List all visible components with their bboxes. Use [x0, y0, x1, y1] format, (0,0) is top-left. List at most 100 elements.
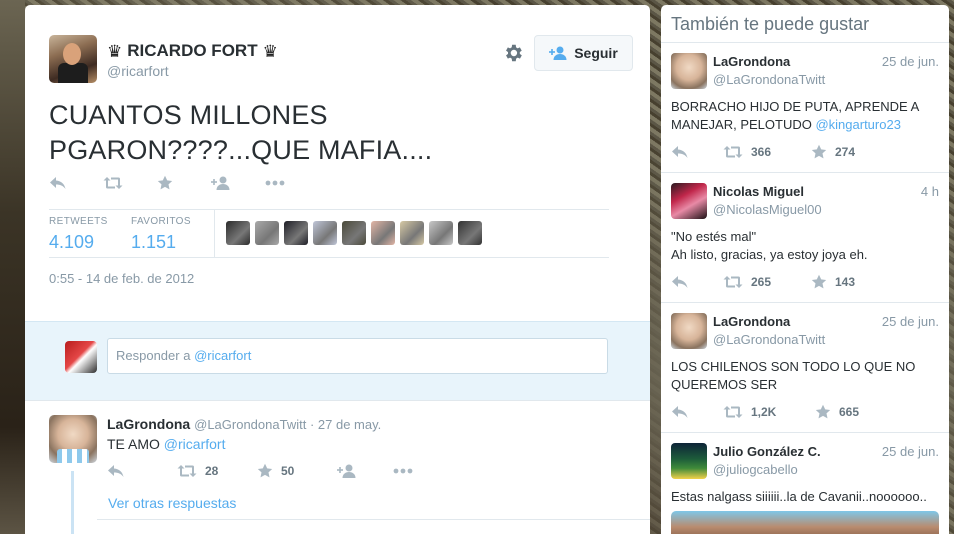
related-author-name[interactable]: LaGrondona	[713, 314, 790, 329]
retweets-count: 4.109	[49, 232, 95, 252]
retweet-action[interactable]: 28	[177, 464, 257, 478]
reply-icon[interactable]	[49, 176, 103, 190]
favoriter-avatar[interactable]	[400, 221, 424, 245]
favoriter-avatar[interactable]	[284, 221, 308, 245]
retweets-stat[interactable]: RETWEETS 4.109	[49, 216, 131, 261]
related-author-name[interactable]: Julio González C.	[713, 444, 821, 459]
follow-button[interactable]: Seguir	[534, 35, 633, 71]
favorite-action[interactable]: 274	[811, 144, 855, 160]
favorite-action[interactable]: 665	[815, 404, 859, 420]
reply-tweet: LaGrondona @LaGrondonaTwitt · 27 de may.…	[25, 401, 650, 534]
follow-button-label: Seguir	[574, 45, 618, 61]
related-author-handle[interactable]: @LaGrondonaTwitt	[713, 72, 825, 87]
favoriter-avatar[interactable]	[226, 221, 250, 245]
related-tweet[interactable]: LaGrondona @LaGrondonaTwitt 25 de jun. L…	[661, 303, 949, 433]
favorited-by-avatars	[226, 221, 482, 245]
related-text: LOS CHILENOS SON TODO LO QUE NO QUEREMOS…	[671, 358, 941, 394]
favoriter-avatar[interactable]	[313, 221, 337, 245]
favoriter-avatar[interactable]	[429, 221, 453, 245]
related-time[interactable]: 25 de jun.	[882, 314, 939, 329]
retweet-count: 366	[751, 145, 772, 159]
tweet-header: ♛ RICARDO FORT ♛ @ricarfort Seguir	[49, 35, 650, 85]
related-author-avatar[interactable]	[671, 313, 707, 349]
favorite-action[interactable]: 50	[257, 463, 337, 479]
favoriter-avatar[interactable]	[458, 221, 482, 245]
reply-icon[interactable]	[671, 145, 723, 159]
related-author-name[interactable]: Nicolas Miguel	[713, 184, 804, 199]
related-author-avatar[interactable]	[671, 183, 707, 219]
favorite-action[interactable]: 143	[811, 274, 855, 290]
author-name-row[interactable]: ♛ RICARDO FORT ♛	[107, 41, 278, 61]
more-icon[interactable]	[393, 468, 463, 474]
author-avatar[interactable]	[49, 35, 97, 83]
reply-author-handle[interactable]: @LaGrondonaTwitt	[194, 417, 306, 432]
related-title: También te puede gustar	[661, 5, 949, 43]
conversation-thread-line	[71, 471, 74, 534]
more-replies-link[interactable]: Ver otras respuestas	[108, 495, 236, 511]
reply-meta-separator: ·	[306, 417, 318, 432]
follow-person-icon	[549, 46, 567, 60]
reply-text-body: TE AMO	[107, 436, 164, 452]
reply-author-name[interactable]: LaGrondona	[107, 416, 190, 432]
related-time[interactable]: 25 de jun.	[882, 444, 939, 459]
related-text-line: "No estés mal"	[671, 229, 757, 244]
related-time[interactable]: 4 h	[921, 184, 939, 199]
crown-icon: ♛	[107, 41, 123, 61]
retweet-count: 1,2K	[751, 405, 777, 419]
retweet-icon	[723, 405, 743, 419]
reply-input[interactable]: Responder a @ricarfort	[107, 338, 608, 374]
retweet-icon[interactable]	[103, 176, 157, 190]
reply-time[interactable]: 27 de may.	[318, 417, 381, 432]
tweet-text-line: PGARON????...QUE MAFIA....	[49, 135, 433, 165]
related-tweet[interactable]: Nicolas Miguel @NicolasMiguel00 4 h "No …	[661, 173, 949, 303]
author-fullname[interactable]: RICARDO FORT	[127, 41, 257, 61]
related-text-line: Ah listo, gracias, ya estoy joya eh.	[671, 247, 868, 262]
favoriter-avatar[interactable]	[255, 221, 279, 245]
related-text: Estas nalgass siiiiii..la de Cavanii..no…	[671, 488, 941, 506]
favorite-star-icon	[811, 274, 827, 290]
tweet-timestamp[interactable]: 0:55 - 14 de feb. de 2012	[49, 271, 194, 286]
reply-icon[interactable]	[671, 275, 723, 289]
related-tweets-module: También te puede gustar LaGrondona @LaGr…	[661, 5, 949, 534]
related-tweet[interactable]: Julio González C. @juliogcabello 25 de j…	[661, 433, 949, 534]
related-tweet[interactable]: LaGrondona @LaGrondonaTwitt 25 de jun. B…	[661, 43, 949, 173]
tweet-permalink-card: ♛ RICARDO FORT ♛ @ricarfort Seguir CUANT…	[25, 5, 650, 534]
reply-text-mention[interactable]: @ricarfort	[164, 436, 226, 452]
related-author-handle[interactable]: @LaGrondonaTwitt	[713, 332, 825, 347]
divider	[97, 519, 650, 520]
follow-person-icon[interactable]	[211, 176, 265, 190]
gear-icon[interactable]	[502, 42, 524, 64]
related-text-line: QUEREMOS SER	[671, 377, 778, 392]
reply-box: Responder a @ricarfort	[25, 321, 650, 401]
related-text-mention[interactable]: @kingarturo23	[815, 117, 900, 132]
related-author-avatar[interactable]	[671, 53, 707, 89]
author-screenname[interactable]: @ricarfort	[107, 63, 169, 79]
related-author-avatar[interactable]	[671, 443, 707, 479]
tweet-actions	[49, 175, 319, 191]
favorite-count: 143	[835, 275, 856, 289]
related-author-handle[interactable]: @NicolasMiguel00	[713, 202, 822, 217]
favorite-star-icon	[257, 463, 273, 479]
reply-icon[interactable]	[107, 464, 177, 478]
favorite-star-icon[interactable]	[157, 175, 211, 191]
follow-person-icon[interactable]	[337, 464, 393, 478]
related-time[interactable]: 25 de jun.	[882, 54, 939, 69]
reply-header: LaGrondona @LaGrondonaTwitt · 27 de may.	[107, 416, 381, 432]
reply-author-avatar[interactable]	[49, 415, 97, 463]
related-actions: 1,2K 665	[671, 404, 859, 420]
retweet-action[interactable]: 1,2K	[723, 405, 815, 419]
reply-placeholder-mention: @ricarfort	[194, 348, 252, 363]
reply-icon[interactable]	[671, 405, 723, 419]
favoriter-avatar[interactable]	[371, 221, 395, 245]
favorites-stat[interactable]: FAVORITOS 1.151	[131, 216, 213, 261]
related-media-preview[interactable]	[671, 511, 939, 534]
retweet-action[interactable]: 366	[723, 145, 811, 159]
related-author-name[interactable]: LaGrondona	[713, 54, 790, 69]
retweet-icon	[723, 275, 743, 289]
related-text: BORRACHO HIJO DE PUTA, APRENDE A MANEJAR…	[671, 98, 941, 134]
more-icon[interactable]	[265, 180, 319, 186]
related-author-handle[interactable]: @juliogcabello	[713, 462, 798, 477]
retweet-action[interactable]: 265	[723, 275, 811, 289]
related-actions: 265 143	[671, 274, 855, 290]
favoriter-avatar[interactable]	[342, 221, 366, 245]
